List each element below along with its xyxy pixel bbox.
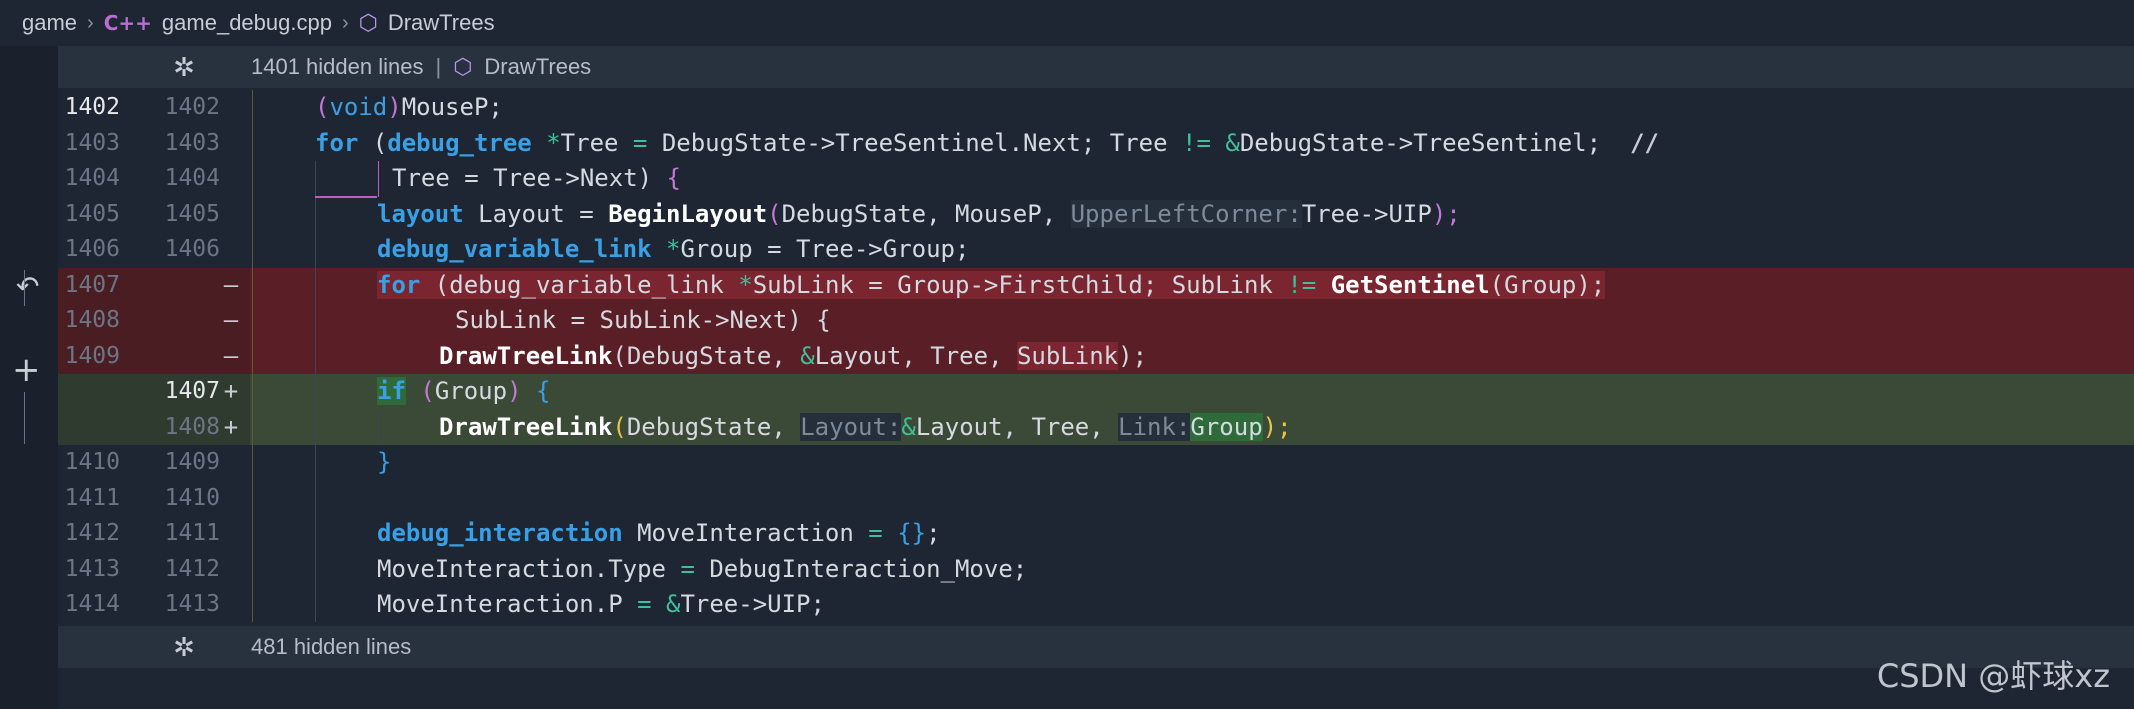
code-line: 1406 1406 debug_variable_link *Group = T… <box>0 232 2134 268</box>
code-text: DrawTreeLink(DebugState, Layout:&Layout,… <box>439 412 1292 441</box>
new-line-number: 1409 <box>164 449 220 475</box>
hidden-lines-label: 481 hidden lines <box>251 634 412 659</box>
chevron-right-icon: › <box>341 11 349 34</box>
added-marker: + <box>223 412 239 441</box>
breadcrumb-symbol[interactable]: DrawTrees <box>388 10 495 36</box>
old-line-number: 1403 <box>64 129 120 156</box>
new-line-number: 1408 <box>164 413 220 440</box>
old-line-number: 1412 <box>64 520 120 546</box>
new-line-number: 1411 <box>164 520 220 546</box>
cpp-file-icon: C++ <box>103 11 152 35</box>
code-line: 1403 1403 for (debug_tree *Tree = DebugS… <box>0 126 2134 162</box>
code-line: 1414 1413 MoveInteraction.P = &Tree->UIP… <box>0 587 2134 623</box>
indent-guide <box>378 409 379 445</box>
code-text: (void)MouseP; <box>315 93 503 121</box>
code-text: SubLink = SubLink->Next) { <box>455 306 831 334</box>
unfold-icon[interactable]: ✲ <box>170 632 198 663</box>
change-range-line <box>24 392 25 444</box>
old-line-number: 1409 <box>64 342 120 369</box>
deleted-line: 1407 — for (debug_variable_link *SubLink… <box>0 267 2134 303</box>
old-line-number: 1413 <box>64 555 120 582</box>
code-text: debug_variable_link *Group = Tree->Group… <box>377 235 970 263</box>
deleted-marker: — <box>223 306 239 334</box>
old-line-number: 1410 <box>64 449 120 475</box>
inlay-hint: Link: <box>1118 412 1191 441</box>
added-line: 1408 + DrawTreeLink(DebugState, Layout:&… <box>0 409 2134 445</box>
code-text: MoveInteraction.P = &Tree->UIP; <box>377 590 825 618</box>
new-line-number: 1410 <box>164 484 220 511</box>
old-line-number: 1404 <box>64 165 120 191</box>
scope-bracket-line <box>378 161 379 197</box>
breadcrumb-file[interactable]: game_debug.cpp <box>162 10 332 36</box>
old-line-number: 1408 <box>64 307 120 333</box>
new-line-number: 1402 <box>164 94 220 120</box>
breadcrumb: game › C++ game_debug.cpp › ⬡ DrawTrees <box>0 0 2134 46</box>
inlay-hint: UpperLeftCorner: <box>1070 199 1302 228</box>
new-line-number: 1412 <box>164 555 220 582</box>
new-line-number: 1405 <box>164 200 220 227</box>
watermark: CSDN @虾球xz <box>1876 657 2110 695</box>
added-line: 1407 + if (Group) { <box>0 374 2134 410</box>
code-line: 1405 1405 layout Layout = BeginLayout(De… <box>0 197 2134 233</box>
inlay-hint: Layout: <box>800 412 902 441</box>
deleted-line: 1408 — SubLink = SubLink->Next) { <box>0 303 2134 339</box>
hidden-lines-label: 1401 hidden lines <box>251 54 424 79</box>
symbol-method-icon: ⬡ <box>453 54 473 79</box>
scope-bracket-line <box>315 196 377 198</box>
symbol-method-icon: ⬡ <box>358 10 378 35</box>
old-line-number: 1406 <box>64 236 120 262</box>
code-line: 1404 1404 Tree = Tree->Next) { <box>0 161 2134 197</box>
new-line-number: 1404 <box>164 165 220 191</box>
code-text: if (Group) { <box>377 377 551 405</box>
deleted-line: 1409 — DrawTreeLink(DebugState, &Layout,… <box>0 338 2134 374</box>
code-line: 1412 1411 debug_interaction MoveInteract… <box>0 516 2134 552</box>
fold-separator: | <box>435 54 442 79</box>
code-text: layout Layout = BeginLayout(DebugState, … <box>377 199 1461 228</box>
code-line: 1411 1410 <box>0 481 2134 517</box>
old-line-number: 1407 <box>64 271 120 298</box>
new-line-number: 1407 <box>164 378 220 404</box>
breadcrumb-folder[interactable]: game <box>22 10 77 36</box>
added-marker: + <box>223 377 239 405</box>
code-line: 1410 1409 } <box>0 445 2134 481</box>
old-line-number: 1411 <box>64 484 120 511</box>
stage-change-icon[interactable]: + <box>12 350 41 390</box>
deleted-marker: — <box>223 270 239 299</box>
new-line-number: 1403 <box>164 129 220 156</box>
old-line-number: 1402 <box>64 94 120 120</box>
unfold-icon[interactable]: ✲ <box>170 52 198 83</box>
code-text: for (debug_tree *Tree = DebugState->Tree… <box>315 128 1659 157</box>
change-range-line <box>24 270 25 306</box>
new-line-number: 1406 <box>164 236 220 262</box>
hidden-lines-fold-bottom[interactable]: ✲ 481 hidden lines <box>58 626 2134 668</box>
code-line: 1402 1402 (void)MouseP; <box>0 90 2134 126</box>
code-text: for (debug_variable_link *SubLink = Grou… <box>377 270 1606 299</box>
fold-symbol[interactable]: DrawTrees <box>484 54 591 80</box>
code-text: DrawTreeLink(DebugState, &Layout, Tree, … <box>439 341 1148 370</box>
code-text: MoveInteraction.Type = DebugInteraction_… <box>377 554 1028 583</box>
indent-guide <box>252 90 253 622</box>
code-text: Tree = Tree->Next) { <box>392 164 681 192</box>
code-text: } <box>377 448 392 476</box>
indent-guide <box>315 161 316 622</box>
new-line-number: 1413 <box>164 591 220 617</box>
deleted-marker: — <box>223 341 239 370</box>
code-line: 1413 1412 MoveInteraction.Type = DebugIn… <box>0 552 2134 588</box>
revert-change-icon[interactable]: ↶ <box>16 270 39 303</box>
old-line-number: 1414 <box>64 591 120 617</box>
hidden-lines-fold-top[interactable]: ✲ 1401 hidden lines | ⬡ DrawTrees <box>58 46 2134 88</box>
code-text: debug_interaction MoveInteraction = {}; <box>377 519 941 547</box>
chevron-right-icon: › <box>87 11 94 34</box>
old-line-number: 1405 <box>64 200 120 227</box>
